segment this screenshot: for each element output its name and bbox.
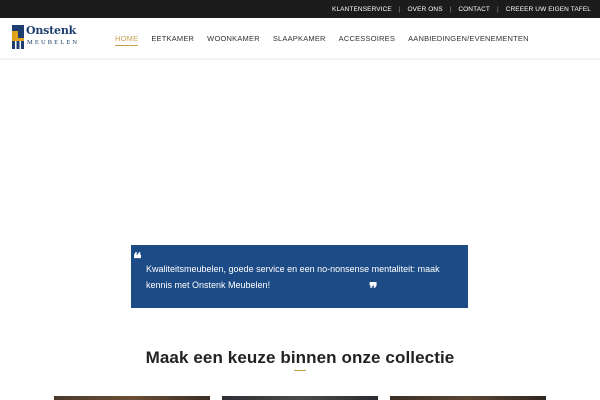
quote-open-icon: ❝ <box>133 249 142 268</box>
header-shadow <box>0 58 600 61</box>
logo-mark-icon <box>12 25 24 49</box>
site-logo[interactable]: Onstenk MEUBELEN <box>12 24 92 51</box>
quote-text: Kwaliteitsmeubelen, goede service en een… <box>146 264 440 290</box>
logo-name: Onstenk <box>26 24 77 37</box>
title-divider <box>294 370 306 371</box>
collection-card-1[interactable] <box>54 396 210 400</box>
main-nav: HOME EETKAMER WOONKAMER SLAAPKAMER ACCES… <box>115 34 542 46</box>
top-links: KLANTENSERVICE | OVER ONS | CONTACT | CR… <box>332 0 591 18</box>
nav-item-aanbiedingen[interactable]: AANBIEDINGEN/EVENEMENTEN <box>408 34 529 43</box>
nav-item-accessoires[interactable]: ACCESSOIRES <box>339 34 395 43</box>
top-link-klantenservice[interactable]: KLANTENSERVICE <box>332 6 392 13</box>
nav-item-home[interactable]: HOME <box>115 34 139 46</box>
top-link-separator: | <box>449 5 452 13</box>
quote-close-icon: ❞ <box>369 279 378 298</box>
nav-item-woonkamer[interactable]: WOONKAMER <box>207 34 260 43</box>
collection-card-2[interactable] <box>222 396 378 400</box>
top-link-over-ons[interactable]: OVER ONS <box>408 6 443 13</box>
nav-item-eetkamer[interactable]: EETKAMER <box>151 34 194 43</box>
top-link-creeer-tafel[interactable]: CREEER UW EIGEN TAFEL <box>506 6 591 13</box>
collection-card-3[interactable] <box>390 396 546 400</box>
top-link-contact[interactable]: CONTACT <box>458 6 490 13</box>
top-link-separator: | <box>497 5 499 13</box>
quote-box: ❝ Kwaliteitsmeubelen, goede service en e… <box>131 245 468 308</box>
collection-title: Maak een keuze binnen onze collectie <box>145 348 455 367</box>
top-bar: KLANTENSERVICE | OVER ONS | CONTACT | CR… <box>0 0 600 18</box>
site-header: Onstenk MEUBELEN HOME EETKAMER WOONKAMER… <box>0 18 600 58</box>
top-link-separator: | <box>398 5 401 13</box>
logo-subtitle: MEUBELEN <box>27 39 80 46</box>
nav-item-slaapkamer[interactable]: SLAAPKAMER <box>273 34 326 43</box>
